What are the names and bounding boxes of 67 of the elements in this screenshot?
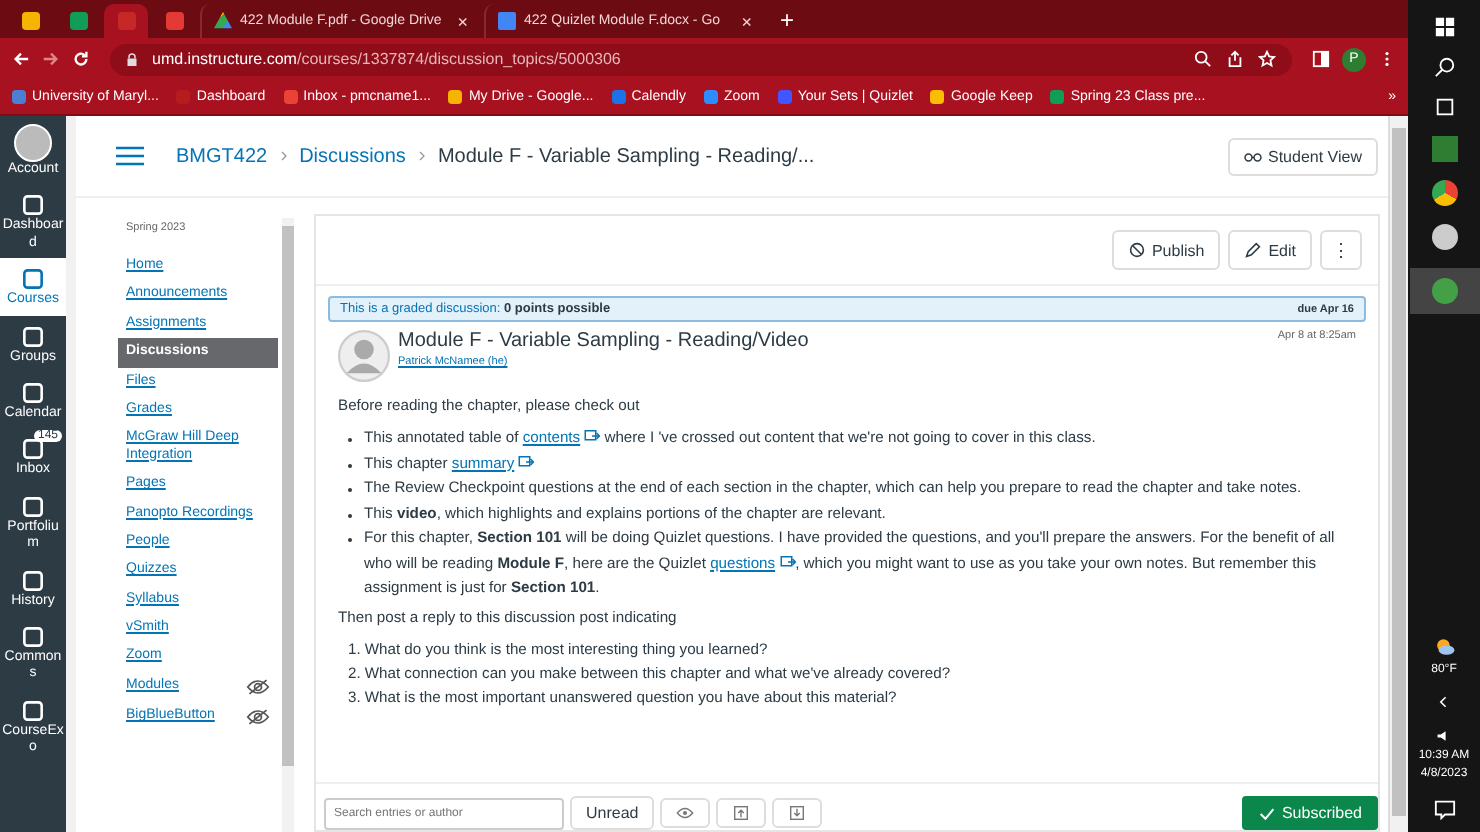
nav-icon <box>20 436 46 463</box>
no-entry-icon <box>1127 242 1146 258</box>
post-title: Module F - Variable Sampling - Reading/Video <box>398 330 811 352</box>
nav-icon <box>20 266 46 293</box>
nav-icon <box>20 567 46 594</box>
weather-icon <box>1433 636 1455 658</box>
site-icon <box>117 12 135 30</box>
nav-icon <box>20 493 46 520</box>
address-bar[interactable]: umd.instructure.com/courses/1337874/discussion_topics/5000306 <box>110 43 1292 75</box>
site-icon <box>214 12 232 30</box>
arrow-up-icon <box>732 806 751 820</box>
nav-icon <box>20 623 46 650</box>
star-icon[interactable] <box>1258 50 1276 68</box>
nav-icon <box>20 192 46 219</box>
site-icon <box>498 12 516 30</box>
external-link-icon <box>518 455 535 467</box>
nav-icon <box>20 323 46 350</box>
breadcrumb-link[interactable]: Discussions <box>299 145 406 167</box>
eye-icon <box>676 806 695 820</box>
checkmark-icon <box>1257 805 1276 821</box>
task-view-icon[interactable] <box>1433 96 1455 118</box>
zoom-icon[interactable] <box>1194 50 1212 68</box>
nav-icon <box>20 697 46 724</box>
close-icon[interactable]: × <box>741 11 752 31</box>
site-icon <box>69 12 87 30</box>
chevron-icon <box>417 150 426 162</box>
student-view-button[interactable]: Student View <box>1228 137 1378 175</box>
site-icon <box>165 12 183 30</box>
app-icon[interactable] <box>1431 224 1457 250</box>
speaker-icon[interactable] <box>1436 728 1452 744</box>
reload-icon[interactable] <box>72 50 90 68</box>
chevron-icon[interactable] <box>1436 694 1452 710</box>
edit-button[interactable]: Edit <box>1228 230 1312 270</box>
back-icon[interactable] <box>12 50 30 68</box>
external-link-icon <box>584 430 601 442</box>
new-tab-button[interactable]: + <box>780 4 795 38</box>
windows-icon[interactable] <box>1433 16 1455 38</box>
subscribed-button[interactable]: Subscribed <box>1241 796 1378 830</box>
publish-button[interactable]: Publish <box>1111 230 1221 270</box>
scrollbar[interactable] <box>1388 116 1408 832</box>
glasses-icon <box>1244 148 1262 164</box>
search-icon[interactable] <box>1433 56 1455 78</box>
site-icon <box>21 12 39 30</box>
scrollbar[interactable] <box>282 218 294 832</box>
url-text: umd.instructure.com/courses/1337874/discussion_topics/5000306 <box>152 50 621 68</box>
avatar-icon <box>338 330 390 382</box>
view-button[interactable] <box>660 798 711 828</box>
pencil-icon <box>1244 242 1263 258</box>
external-link-icon <box>779 555 796 567</box>
avatar-icon <box>14 124 52 162</box>
breadcrumb-link[interactable]: BMGT422 <box>176 145 268 167</box>
side-panel-icon[interactable] <box>1312 50 1330 68</box>
close-icon[interactable]: × <box>457 11 468 31</box>
expand-button[interactable] <box>772 798 823 828</box>
app-icon[interactable] <box>1431 180 1457 206</box>
share-icon[interactable] <box>1226 50 1244 68</box>
menu-icon[interactable] <box>116 146 144 166</box>
lock-icon <box>126 51 138 67</box>
chevron-icon <box>279 150 288 162</box>
forward-icon[interactable] <box>42 50 60 68</box>
arrow-down-icon <box>788 806 807 820</box>
collapse-button[interactable] <box>716 798 767 828</box>
more-options-button[interactable]: ⋮ <box>1320 230 1362 270</box>
notification-icon[interactable] <box>1433 798 1455 820</box>
unread-filter-button[interactable]: Unread <box>570 796 655 830</box>
scrollbar[interactable] <box>66 116 76 832</box>
nav-icon <box>20 379 46 406</box>
